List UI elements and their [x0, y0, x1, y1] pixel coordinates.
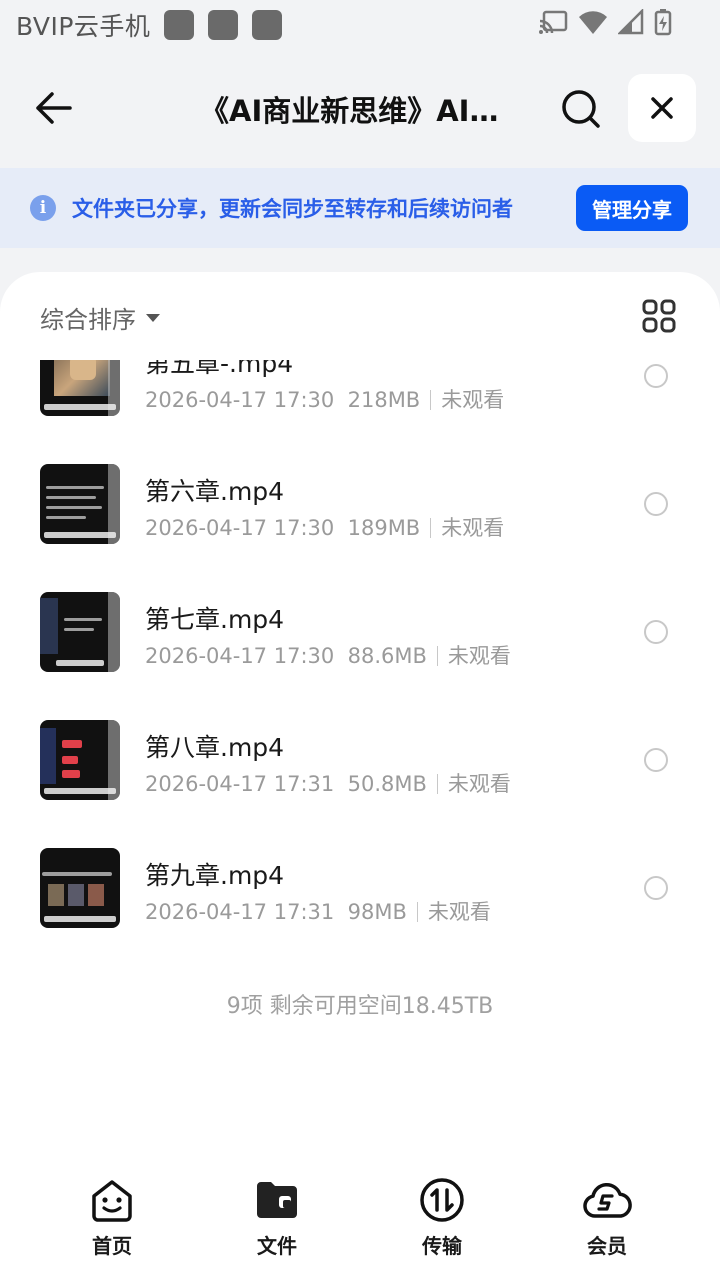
file-list[interactable]: 第五章-.mp4 2026-04-17 17:30 218MB 未观看 第六章.m… — [0, 360, 720, 960]
file-row[interactable]: 第七章.mp4 2026-04-17 17:30 88.6MB 未观看 — [0, 592, 720, 720]
search-button[interactable] — [556, 84, 606, 134]
grid-view-toggle[interactable] — [642, 299, 676, 333]
file-meta: 2026-04-17 17:30 218MB 未观看 — [145, 384, 504, 414]
signal-icon — [618, 9, 644, 35]
file-size: 189MB — [347, 516, 421, 540]
cast-icon — [539, 10, 568, 34]
file-date: 2026-04-17 17:30 — [145, 516, 335, 540]
transfer-icon — [420, 1178, 464, 1222]
nav-home[interactable]: 首页 — [62, 1176, 162, 1259]
notification-icon — [164, 10, 195, 40]
nav-files[interactable]: 文件 — [227, 1176, 327, 1259]
file-row[interactable]: 第五章-.mp4 2026-04-17 17:30 218MB 未观看 — [0, 360, 720, 464]
notification-icon — [252, 10, 283, 40]
file-size: 50.8MB — [347, 772, 427, 796]
nav-label: 文件 — [257, 1234, 297, 1258]
file-size: 98MB — [347, 900, 407, 924]
battery-charging-icon — [654, 9, 672, 36]
share-notice-banner: i 文件夹已分享，更新会同步至转存和后续访问者 管理分享 — [0, 168, 720, 248]
info-icon: i — [30, 195, 56, 221]
file-date: 2026-04-17 17:31 — [145, 772, 335, 796]
nav-label: 首页 — [92, 1234, 132, 1258]
notification-icon — [208, 10, 239, 40]
file-meta: 2026-04-17 17:30 189MB 未观看 — [145, 512, 504, 542]
manage-share-button[interactable]: 管理分享 — [576, 185, 688, 231]
file-date: 2026-04-17 17:30 — [145, 644, 335, 668]
share-notice-text: 文件夹已分享，更新会同步至转存和后续访问者 — [72, 197, 513, 221]
vip-cloud-icon — [583, 1183, 632, 1218]
status-bar: BVIP云手机 — [0, 0, 720, 50]
file-name: 第五章-.mp4 — [145, 360, 294, 378]
watch-status: 未观看 — [427, 900, 491, 924]
video-thumbnail — [40, 360, 120, 416]
nav-transfer[interactable]: 传输 — [392, 1176, 492, 1259]
file-name: 第七章.mp4 — [145, 605, 285, 634]
folder-icon — [257, 1182, 297, 1218]
file-meta: 2026-04-17 17:31 50.8MB 未观看 — [145, 768, 511, 798]
video-thumbnail — [40, 464, 120, 544]
watch-status: 未观看 — [441, 388, 505, 412]
close-icon — [651, 97, 673, 119]
close-button[interactable] — [628, 74, 696, 142]
video-thumbnail — [40, 720, 120, 800]
file-meta: 2026-04-17 17:31 98MB 未观看 — [145, 896, 491, 926]
file-list-panel: 综合排序 第五章-.mp4 2026-04-17 17:30 218MB 未观看 — [0, 272, 720, 1280]
video-thumbnail — [40, 592, 120, 672]
file-name: 第八章.mp4 — [145, 733, 285, 762]
select-radio[interactable] — [644, 364, 668, 388]
select-radio[interactable] — [644, 876, 668, 900]
watch-status: 未观看 — [441, 516, 505, 540]
storage-summary: 9项 剩余可用空间18.45TB — [226, 994, 494, 1019]
wifi-icon — [579, 11, 607, 34]
select-radio[interactable] — [644, 492, 668, 516]
sort-label: 综合排序 — [40, 306, 136, 334]
back-button[interactable] — [30, 84, 78, 132]
select-radio[interactable] — [644, 748, 668, 772]
file-name: 第六章.mp4 — [145, 477, 285, 506]
watch-status: 未观看 — [447, 644, 511, 668]
search-icon — [562, 90, 600, 128]
nav-vip[interactable]: 会员 — [557, 1176, 657, 1259]
file-date: 2026-04-17 17:31 — [145, 900, 335, 924]
arrow-left-icon — [36, 92, 72, 124]
select-radio[interactable] — [644, 620, 668, 644]
bottom-nav: 首页 文件 传输 会员 — [0, 1170, 720, 1280]
file-row[interactable]: 第八章.mp4 2026-04-17 17:31 50.8MB 未观看 — [0, 720, 720, 848]
file-name: 第九章.mp4 — [145, 861, 285, 890]
file-row[interactable]: 第六章.mp4 2026-04-17 17:30 189MB 未观看 — [0, 464, 720, 592]
file-size: 218MB — [347, 388, 421, 412]
grid-view-icon — [642, 299, 676, 333]
file-meta: 2026-04-17 17:30 88.6MB 未观看 — [145, 640, 511, 670]
status-app-title: BVIP云手机 — [16, 12, 151, 41]
file-row[interactable]: 第九章.mp4 2026-04-17 17:31 98MB 未观看 — [0, 848, 720, 960]
nav-label: 传输 — [422, 1234, 462, 1258]
top-header: 《AI商业新思维》AI商业新思维 — [0, 50, 720, 168]
caret-down-icon — [146, 313, 160, 322]
nav-label: 会员 — [587, 1234, 627, 1258]
home-face-icon — [92, 1180, 132, 1222]
file-date: 2026-04-17 17:30 — [145, 388, 335, 412]
file-size: 88.6MB — [347, 644, 427, 668]
folder-title: 《AI商业新思维》AI商业新思维 — [200, 94, 520, 128]
sort-dropdown[interactable]: 综合排序 — [40, 300, 160, 335]
watch-status: 未观看 — [447, 772, 511, 796]
video-thumbnail — [40, 848, 120, 928]
